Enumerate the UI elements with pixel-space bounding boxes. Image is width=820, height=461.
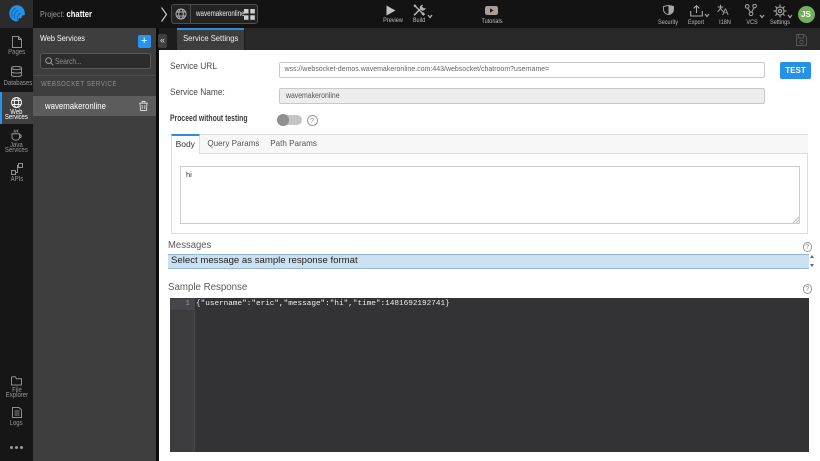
svg-text:A: A: [722, 7, 729, 16]
